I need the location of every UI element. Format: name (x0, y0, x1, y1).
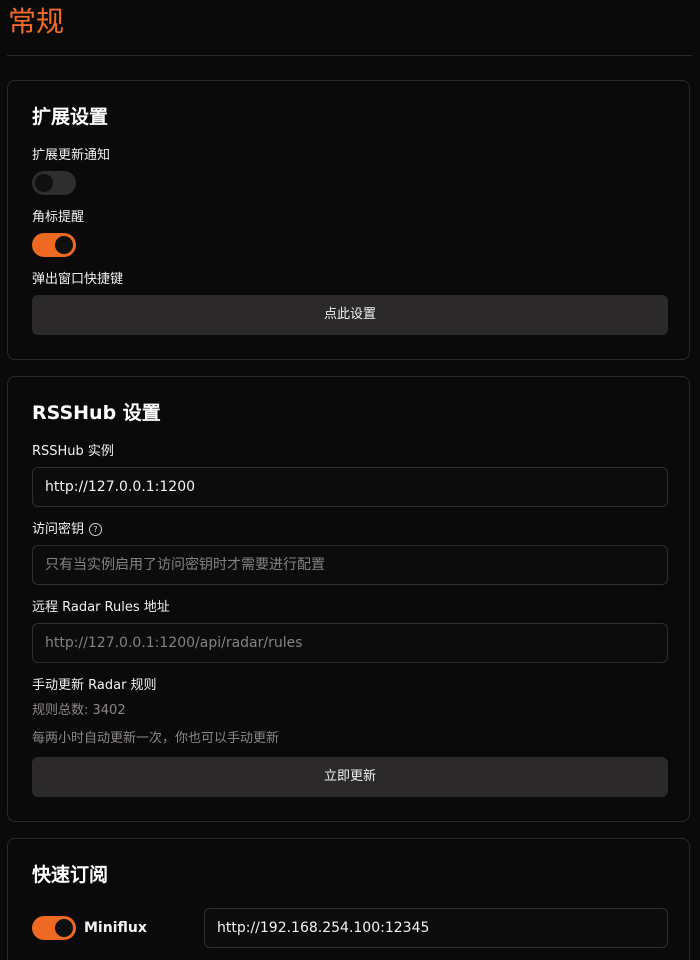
rsshub-instance-value: http://127.0.0.1:1200 (45, 479, 196, 495)
radar-rules-url-input[interactable]: http://127.0.0.1:1200/api/radar/rules (32, 623, 668, 663)
miniflux-label: Miniflux (84, 920, 147, 936)
rsshub-instance-input[interactable]: http://127.0.0.1:1200 (32, 467, 668, 507)
miniflux-url-input[interactable]: http://192.168.254.100:12345 (204, 908, 668, 948)
update-notice-toggle[interactable] (32, 171, 76, 195)
quick-subscribe-card: 快速订阅 Miniflux http://192.168.254.100:123… (7, 838, 690, 960)
update-notice-label: 扩展更新通知 (32, 148, 111, 163)
badge-label: 角标提醒 (32, 210, 85, 225)
page-title: 常规 (8, 5, 65, 38)
settings-page: 常规 扩展设置 扩展更新通知 角标提醒 弹出窗口快捷键 点此设置 RSSHub … (0, 0, 700, 960)
miniflux-toggle[interactable] (32, 916, 76, 940)
access-key-input[interactable]: 只有当实例启用了访问密钥时才需要进行配置 (32, 545, 668, 585)
access-key-placeholder: 只有当实例启用了访问密钥时才需要进行配置 (45, 557, 325, 573)
extension-settings-title: 扩展设置 (32, 106, 109, 128)
toggle-knob (55, 236, 73, 254)
badge-toggle[interactable] (32, 233, 76, 257)
auto-update-note: 每两小时自动更新一次，你也可以手动更新 (32, 731, 280, 746)
radar-rules-url-label: 远程 Radar Rules 地址 (32, 600, 170, 615)
access-key-label: 访问密钥 (32, 522, 85, 537)
manual-update-label: 手动更新 Radar 规则 (32, 678, 157, 693)
extension-settings-card: 扩展设置 扩展更新通知 角标提醒 弹出窗口快捷键 点此设置 (7, 80, 690, 360)
rsshub-settings-title: RSSHub 设置 (32, 402, 161, 424)
rsshub-settings-card: RSSHub 设置 RSSHub 实例 http://127.0.0.1:120… (7, 376, 690, 822)
help-circle-icon[interactable]: ? (89, 523, 103, 536)
rsshub-instance-label: RSSHub 实例 (32, 444, 114, 459)
rules-total-text: 规则总数: 3402 (32, 703, 126, 718)
access-key-label-row: 访问密钥? (32, 521, 103, 539)
title-divider (7, 55, 692, 56)
toggle-knob (35, 174, 53, 192)
radar-rules-url-placeholder: http://127.0.0.1:1200/api/radar/rules (45, 635, 303, 651)
shortcut-label: 弹出窗口快捷键 (32, 272, 124, 287)
update-now-button[interactable]: 立即更新 (32, 757, 668, 797)
toggle-knob (55, 919, 73, 937)
miniflux-url-value: http://192.168.254.100:12345 (217, 920, 430, 936)
shortcut-settings-button[interactable]: 点此设置 (32, 295, 668, 335)
quick-subscribe-title: 快速订阅 (32, 864, 109, 886)
